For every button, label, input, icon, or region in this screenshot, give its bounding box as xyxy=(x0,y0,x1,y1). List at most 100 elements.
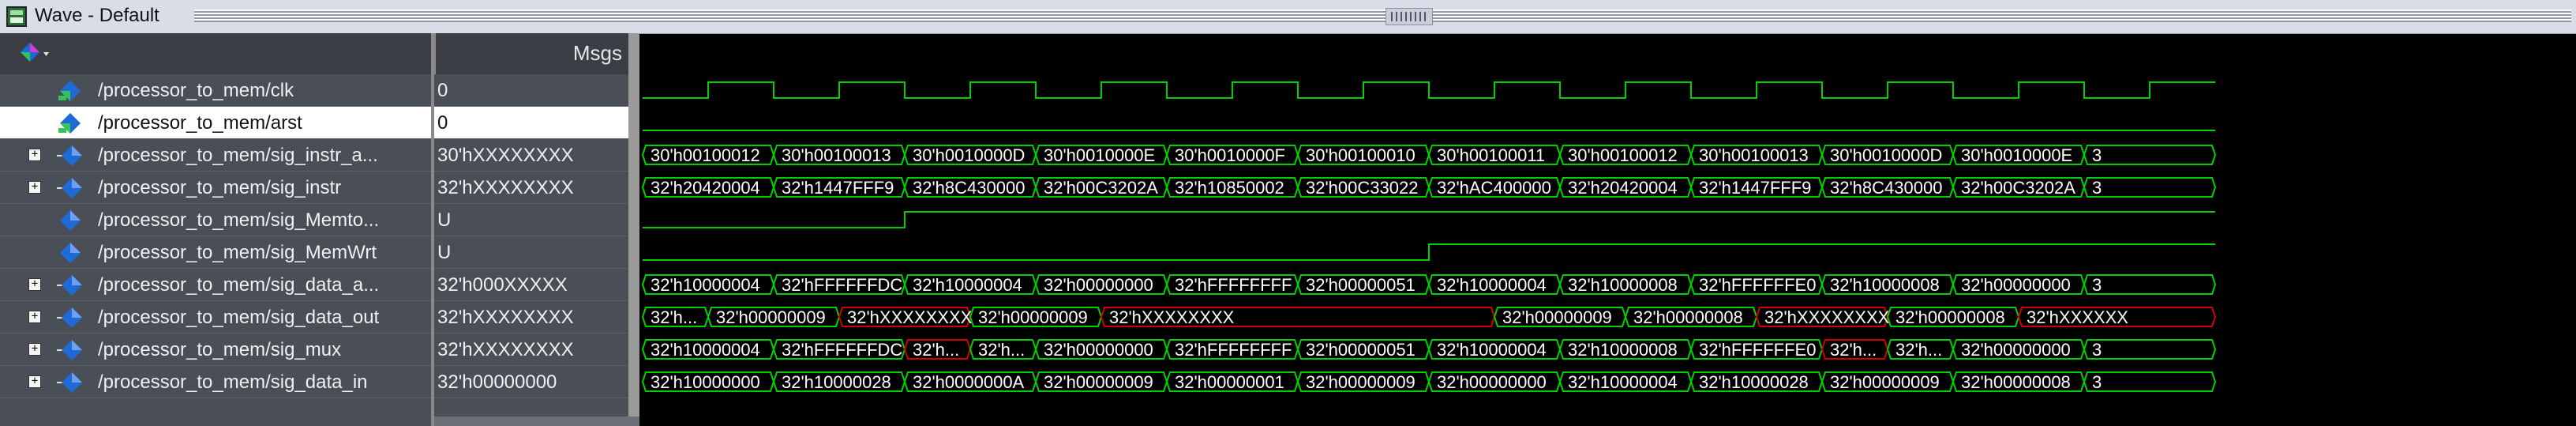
sig-data-in-wave-segment xyxy=(2083,371,2217,392)
bus-icon xyxy=(57,178,82,198)
sig-instr-wave-segment-label: 32'h8C430000 xyxy=(913,178,1025,198)
sig-mux-wave-segment-label: 3 xyxy=(2092,340,2102,360)
value-text: 0 xyxy=(437,112,448,134)
sig-instr-wave-segment-label: 32'h00C3202A xyxy=(1961,178,2075,198)
sig-instr-wave-segment-label: 32'h20420004 xyxy=(651,178,760,198)
value-text: U xyxy=(437,209,452,231)
sig-data-in-wave-segment-label: 32'h00000009 xyxy=(1830,372,1940,392)
expand-plus-icon[interactable]: + xyxy=(28,278,41,291)
value-cell[interactable]: 30'hXXXXXXXX xyxy=(434,139,628,172)
sig-instr-a-wave-segment-label: 30'h0010000D xyxy=(913,145,1025,165)
value-cell[interactable]: 32'hXXXXXXXX xyxy=(434,172,628,204)
expand-plus-icon[interactable]: + xyxy=(28,311,41,323)
signal-name: /processor_to_mem/sig_instr xyxy=(98,177,342,198)
bus-icon xyxy=(57,372,82,393)
sig-data-in-wave-segment-label: 32'h00000008 xyxy=(1961,372,2071,392)
signal-row-sig-data-in[interactable]: + /processor_to_mem/sig_data_in xyxy=(0,366,431,398)
sig-data-out-wave-segment-label: 32'h00000009 xyxy=(978,307,1088,327)
signal-row-arst[interactable]: /processor_to_mem/arst xyxy=(0,107,431,139)
value-cell[interactable]: 32'h000XXXXX xyxy=(434,269,628,301)
sig-instr-a-wave-segment-label: 30'h00100013 xyxy=(782,145,891,165)
bus-icon xyxy=(57,275,82,296)
sig-mux-wave-segment-label: 32'h... xyxy=(1895,340,1942,360)
value-cell[interactable]: 32'hXXXXXXXX xyxy=(434,301,628,334)
signal-name: /processor_to_mem/sig_MemWrt xyxy=(98,242,377,263)
sig-mux-wave-segment-label: 32'h... xyxy=(1830,340,1877,360)
signal-icon xyxy=(60,210,81,231)
signal-row-sig-instr[interactable]: + /processor_to_mem/sig_instr xyxy=(0,172,431,204)
value-cell[interactable]: U xyxy=(434,204,628,236)
sig-instr-wave-segment-label: 32'h1447FFF9 xyxy=(782,178,894,198)
sig-instr-wave-segment-label: 32'h20420004 xyxy=(1568,178,1678,198)
sig-instr-wave-segment-label: 32'h1447FFF9 xyxy=(1699,178,1811,198)
sig-data-in-wave-segment-label: 32'h00000001 xyxy=(1175,372,1284,392)
sig-data-out-wave-segment-label: 32'h00000009 xyxy=(716,307,826,327)
signal-name: /processor_to_mem/sig_data_out xyxy=(98,307,380,328)
sig-data-in-wave-segment-label: 32'h10000028 xyxy=(782,372,891,392)
expand-plus-icon[interactable]: + xyxy=(28,181,41,194)
signal-row-sig-mux[interactable]: + /processor_to_mem/sig_mux xyxy=(0,334,431,366)
window-title: Wave - Default xyxy=(35,5,159,26)
sig-instr-a-wave-segment-label: 30'h00100010 xyxy=(1306,145,1415,165)
value-text: 32'h00000000 xyxy=(437,371,557,393)
bus-icon xyxy=(57,340,82,360)
signal-row-sig-memto[interactable]: /processor_to_mem/sig_Memto... xyxy=(0,204,431,236)
signal-values-pane: 0 0 30'hXXXXXXXX 32'hXXXXXXXX U U 32'h00… xyxy=(434,74,1063,426)
bus-icon xyxy=(57,145,82,166)
expand-plus-icon[interactable]: + xyxy=(28,375,41,388)
titlebar-drag-area[interactable] xyxy=(194,9,2571,22)
signal-row-sig-memwrt[interactable]: /processor_to_mem/sig_MemWrt xyxy=(0,236,431,269)
value-text: 32'hXXXXXXXX xyxy=(437,339,574,360)
signal-icon xyxy=(60,243,81,263)
sig-data-a-wave-segment-label: 32'hFFFFFFE0 xyxy=(1699,275,1816,295)
value-text: U xyxy=(437,242,452,263)
sig-data-in-wave-segment-label: 32'h10000000 xyxy=(651,372,760,392)
sig-instr-wave-segment xyxy=(2083,177,2217,198)
sig-memto-wave-trace xyxy=(643,211,2215,228)
signal-name: /processor_to_mem/sig_data_a... xyxy=(98,274,380,296)
signal-name: /processor_to_mem/arst xyxy=(98,112,302,134)
signal-row-sig-data-a[interactable]: + /processor_to_mem/sig_data_a... xyxy=(0,269,431,301)
sig-data-a-wave-segment-label: 32'h10000008 xyxy=(1830,275,1940,295)
msgs-column-label: Msgs xyxy=(572,41,622,65)
waveform-pane[interactable]: 30'h00100012 30'h00100013 30'h0010000D 30'h… xyxy=(639,74,2576,426)
sig-data-a-wave-segment-label: 32'h00000051 xyxy=(1306,275,1415,295)
sig-mux-wave-segment-label: 32'hFFFFFFFF xyxy=(1175,340,1292,360)
value-cell[interactable]: 0 xyxy=(434,107,628,139)
signal-icon xyxy=(58,113,81,134)
waveform-canvas[interactable]: 30'h00100012 30'h00100013 30'h0010000D 30'h… xyxy=(639,74,2576,426)
bus-icon xyxy=(57,307,82,328)
msgs-column-divider[interactable] xyxy=(628,33,639,426)
signal-row-sig-instr-a[interactable]: + /processor_to_mem/sig_instr_a... xyxy=(0,139,431,172)
signal-name: /processor_to_mem/sig_data_in xyxy=(98,371,368,393)
sig-instr-a-wave-segment-label: 30'h0010000E xyxy=(1044,145,1155,165)
sig-data-a-wave-segment-label: 32'h10000008 xyxy=(1568,275,1678,295)
sig-mux-wave-segment-label: 32'h10000004 xyxy=(1437,340,1547,360)
value-cell[interactable]: U xyxy=(434,236,628,269)
sig-mux-wave-segment-label: 32'h00000000 xyxy=(1961,340,2071,360)
signal-name: /processor_to_mem/sig_mux xyxy=(98,339,342,360)
signal-names-header xyxy=(0,33,431,74)
signal-row-clk[interactable]: /processor_to_mem/clk xyxy=(0,74,431,107)
sig-instr-a-wave-segment-label: 30'h0010000F xyxy=(1175,145,1285,165)
value-text: 32'hXXXXXXXX xyxy=(437,307,574,328)
value-cell[interactable]: 32'hXXXXXXXX xyxy=(434,334,628,366)
diamond-dropdown-icon[interactable] xyxy=(19,41,51,66)
value-cell[interactable]: 0 xyxy=(434,74,628,107)
sig-instr-a-wave-segment-label: 3 xyxy=(2092,145,2102,165)
value-text: 30'hXXXXXXXX xyxy=(437,145,574,166)
signal-row-sig-data-out[interactable]: + /processor_to_mem/sig_data_out xyxy=(0,301,431,334)
value-cell[interactable]: 32'h00000000 xyxy=(434,366,628,398)
expand-plus-icon[interactable]: + xyxy=(28,149,41,161)
sig-data-a-wave-segment xyxy=(2083,274,2217,295)
sig-data-in-wave-segment-label: 32'h00000009 xyxy=(1306,372,1415,392)
sig-mux-wave-segment-label: 32'h00000000 xyxy=(1044,340,1153,360)
titlebar-grip-handle[interactable] xyxy=(1385,8,1433,25)
window-titlebar[interactable]: Wave - Default xyxy=(0,0,2576,34)
expand-plus-icon[interactable]: + xyxy=(28,343,41,356)
sig-data-in-wave-segment-label: 32'h10000004 xyxy=(1568,372,1678,392)
clk-wave-trace xyxy=(643,81,2215,99)
sig-mux-wave-segment-label: 32'hFFFFFFDC xyxy=(782,340,902,360)
sig-data-a-wave-segment-label: 32'h00000000 xyxy=(1044,275,1153,295)
sig-data-out-wave-segment-label: 32'hXXXXXXXX xyxy=(1109,307,1235,327)
